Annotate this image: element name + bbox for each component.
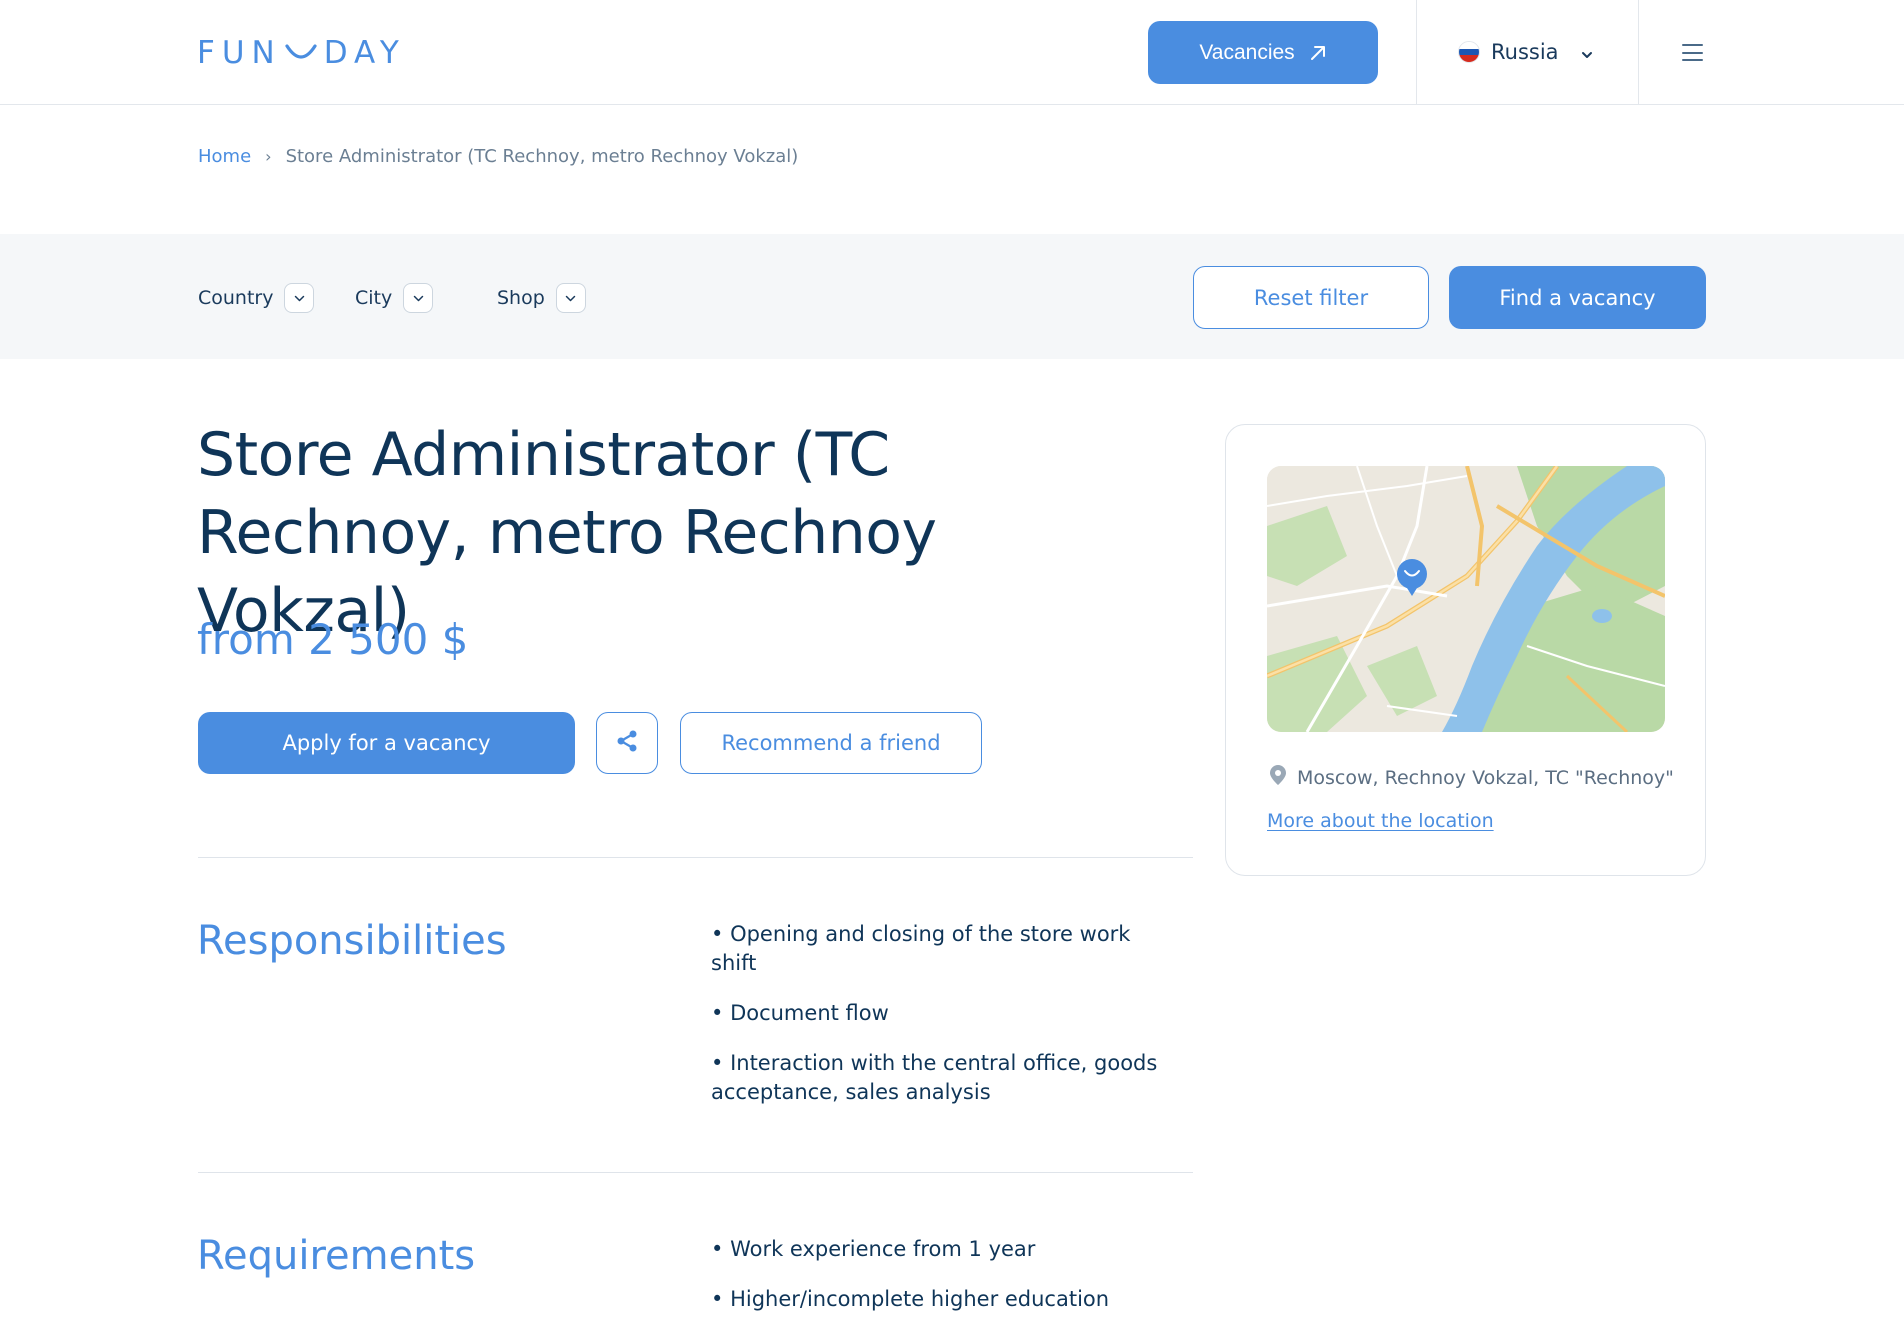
location-card: Moscow, Rechnoy Vokzal, TC "Rechnoy" Mor… (1225, 424, 1706, 876)
filter-country-label: Country (198, 287, 274, 309)
filter-shop-label: Shop (497, 287, 545, 309)
logo-smile-icon (284, 36, 318, 70)
site-header: FUN DAY Vacancies Russia (0, 0, 1904, 105)
requirements-list: Work experience from 1 year Higher/incom… (711, 1235, 1181, 1322)
chevron-down-icon (1581, 40, 1593, 64)
filter-bar: Country City Shop Reset filter Find a va… (0, 234, 1904, 359)
filter-shop-dropdown[interactable]: Shop (497, 283, 586, 313)
menu-icon[interactable] (1682, 44, 1703, 61)
vacancies-button[interactable]: Vacancies (1148, 21, 1378, 84)
find-vacancy-button[interactable]: Find a vacancy (1449, 266, 1706, 329)
list-item: Document flow (711, 999, 1181, 1028)
vacancies-label: Vacancies (1199, 40, 1295, 64)
divider (198, 1172, 1193, 1173)
list-item: Opening and closing of the store work sh… (711, 920, 1181, 978)
location-address-text: Moscow, Rechnoy Vokzal, TC "Rechnoy" (1297, 766, 1674, 789)
filter-country-dropdown[interactable]: Country (198, 283, 315, 313)
share-button[interactable] (596, 712, 658, 774)
more-about-location-link[interactable]: More about the location (1267, 810, 1494, 832)
list-item: Higher/incomplete higher education (711, 1285, 1181, 1314)
location-address: Moscow, Rechnoy Vokzal, TC "Rechnoy" (1270, 765, 1674, 790)
vacancy-salary: from 2 500 $ (197, 615, 469, 664)
divider (198, 857, 1193, 858)
share-icon (614, 728, 640, 758)
list-item: Work experience from 1 year (711, 1235, 1181, 1264)
logo-text-right: DAY (323, 35, 406, 71)
location-map[interactable] (1267, 466, 1665, 732)
header-divider (1638, 0, 1639, 105)
funday-logo[interactable]: FUN DAY (197, 35, 406, 71)
breadcrumb-separator: › (265, 147, 272, 166)
russia-flag-icon (1458, 41, 1480, 63)
breadcrumb-current: Store Administrator (TC Rechnoy, metro R… (285, 146, 799, 167)
filter-city-label: City (355, 287, 393, 309)
breadcrumb: Home › Store Administrator (TC Rechnoy, … (198, 146, 798, 167)
chevron-down-icon (284, 283, 315, 313)
responsibilities-list: Opening and closing of the store work sh… (711, 920, 1181, 1128)
country-selector[interactable]: Russia (1458, 34, 1593, 70)
map-pin-icon (1270, 765, 1286, 790)
header-divider (1416, 0, 1417, 105)
apply-button[interactable]: Apply for a vacancy (198, 712, 575, 774)
responsibilities-title: Responsibilities (197, 918, 507, 964)
chevron-down-icon (403, 283, 434, 313)
list-item: Interaction with the central office, goo… (711, 1049, 1181, 1107)
requirements-title: Requirements (197, 1233, 476, 1279)
country-label: Russia (1491, 40, 1559, 64)
breadcrumb-home-link[interactable]: Home (198, 146, 251, 167)
chevron-down-icon (555, 283, 586, 313)
reset-filter-button[interactable]: Reset filter (1193, 266, 1429, 329)
recommend-friend-button[interactable]: Recommend a friend (680, 712, 982, 774)
arrow-up-right-icon (1309, 44, 1327, 62)
filter-city-dropdown[interactable]: City (355, 283, 434, 313)
logo-text-left: FUN (197, 35, 282, 71)
